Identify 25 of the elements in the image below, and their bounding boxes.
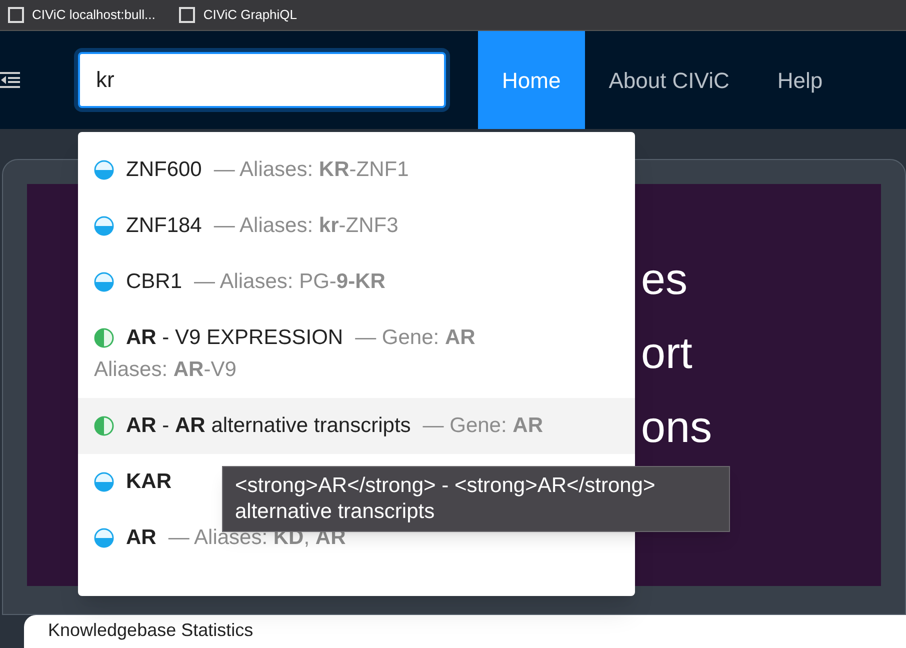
gene-icon — [94, 272, 114, 292]
gene-icon — [94, 216, 114, 236]
menu-fold-icon[interactable] — [0, 71, 22, 89]
search-field[interactable]: kr — [78, 52, 446, 108]
molecular-profile-icon — [94, 416, 114, 436]
suggestion-item[interactable]: ZNF600 — Aliases: KR-ZNF1 — [78, 142, 635, 198]
stats-title: Knowledgebase Statistics — [48, 620, 254, 640]
gene-icon — [94, 528, 114, 548]
bookmark-icon — [8, 7, 24, 23]
suggestion-item[interactable]: ZNF184 — Aliases: kr-ZNF3 — [78, 198, 635, 254]
suggestion-item[interactable]: AR - AR alternative transcripts — Gene: AR — [78, 398, 635, 454]
bookmark-link[interactable]: CIViC localhost:bull... — [32, 5, 156, 25]
hero-text: ort — [641, 328, 692, 380]
hero-text: ons — [641, 402, 712, 454]
bookmark-icon — [179, 7, 196, 23]
suggestion-item[interactable]: AR - V9 EXPRESSION — Gene: AR Aliases: AR-V9 — [78, 310, 635, 398]
gene-icon — [94, 160, 114, 180]
molecular-profile-icon — [94, 328, 114, 348]
nav-tab[interactable]: Help — [753, 31, 847, 129]
suggestion-item[interactable]: CBR1 — Aliases: PG-9-KR — [78, 254, 635, 310]
hero-text: es — [641, 254, 688, 306]
gene-icon — [94, 472, 114, 492]
bookmark-link[interactable]: CIViC GraphiQL — [203, 5, 298, 25]
nav-tab[interactable]: About CIViC — [584, 31, 754, 129]
tooltip: <strong>AR</strong> - <strong>AR</strong> alternative transcripts — [222, 466, 730, 532]
